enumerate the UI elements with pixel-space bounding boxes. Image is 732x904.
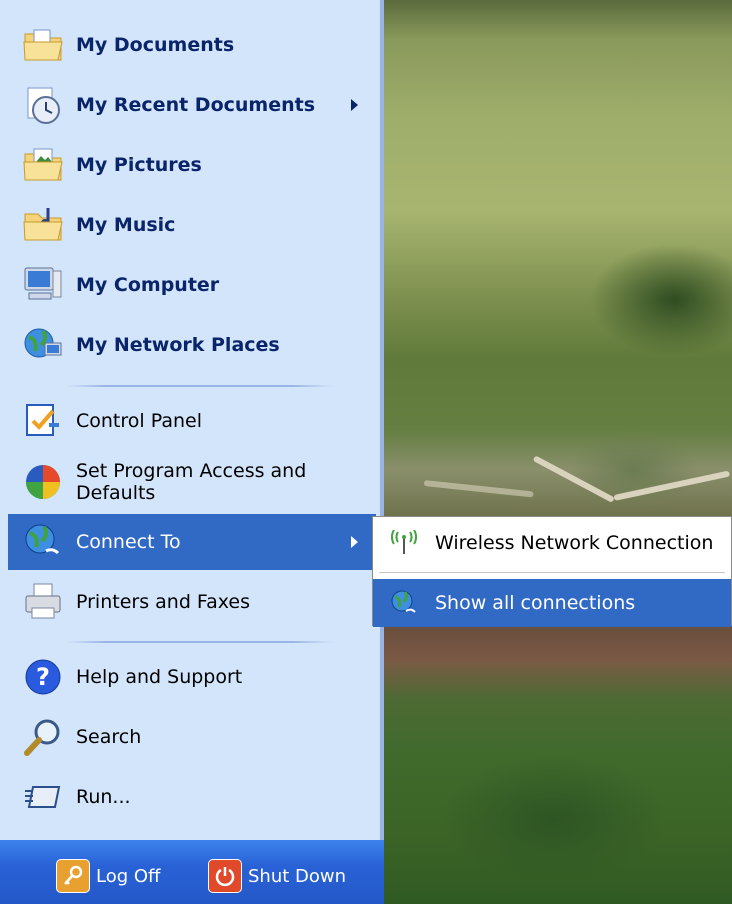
computer-icon bbox=[20, 262, 66, 308]
connect-to-icon bbox=[20, 519, 66, 565]
menu-item-label: My Documents bbox=[76, 34, 235, 56]
shut-down-button[interactable]: Shut Down bbox=[208, 856, 346, 896]
submenu-arrow-icon bbox=[351, 99, 358, 111]
menu-item-connect-to[interactable]: Connect To bbox=[8, 514, 376, 570]
wireless-icon bbox=[389, 528, 419, 558]
folder-music-icon bbox=[20, 202, 66, 248]
menu-item-run[interactable]: Run... bbox=[8, 769, 376, 825]
power-icon bbox=[208, 859, 242, 893]
run-icon bbox=[20, 774, 66, 820]
menu-item-label: My Computer bbox=[76, 274, 220, 296]
help-icon: ? bbox=[20, 654, 66, 700]
network-places-icon bbox=[20, 322, 66, 368]
submenu-item-label: Wireless Network Connection bbox=[435, 532, 714, 554]
connect-to-submenu: Wireless Network Connection Show all con… bbox=[372, 516, 732, 627]
menu-item-label: Printers and Faxes bbox=[76, 591, 251, 613]
log-off-label: Log Off bbox=[96, 865, 161, 887]
menu-item-my-computer[interactable]: My Computer bbox=[8, 257, 376, 313]
wallpaper-path bbox=[613, 470, 731, 501]
menu-item-label: Control Panel bbox=[76, 410, 202, 432]
menu-item-label: Set Program Access and Defaults bbox=[76, 460, 307, 504]
submenu-item-show-all-connections[interactable]: Show all connections bbox=[373, 579, 731, 627]
menu-item-label: Connect To bbox=[76, 531, 181, 553]
menu-separator bbox=[66, 641, 332, 643]
submenu-separator bbox=[379, 572, 725, 573]
menu-separator bbox=[66, 385, 332, 387]
recent-documents-icon bbox=[20, 82, 66, 128]
svg-text:?: ? bbox=[36, 663, 50, 691]
folder-documents-icon bbox=[20, 22, 66, 68]
menu-item-my-pictures[interactable]: My Pictures bbox=[8, 137, 376, 193]
wallpaper-path bbox=[423, 480, 534, 498]
program-access-icon bbox=[20, 459, 66, 505]
menu-item-label: My Music bbox=[76, 214, 176, 236]
menu-item-my-documents[interactable]: My Documents bbox=[8, 17, 376, 73]
shut-down-label: Shut Down bbox=[248, 865, 347, 887]
wallpaper-path bbox=[532, 455, 615, 503]
search-icon bbox=[20, 714, 66, 760]
log-off-button[interactable]: Log Off bbox=[56, 856, 160, 896]
menu-item-label: My Network Places bbox=[76, 334, 280, 356]
menu-item-help-and-support[interactable]: ? Help and Support bbox=[8, 649, 376, 705]
folder-pictures-icon bbox=[20, 142, 66, 188]
menu-item-search[interactable]: Search bbox=[8, 709, 376, 765]
menu-item-printers-and-faxes[interactable]: Printers and Faxes bbox=[8, 574, 376, 630]
submenu-item-wireless-network-connection[interactable]: Wireless Network Connection bbox=[373, 519, 731, 567]
desktop-wallpaper bbox=[384, 0, 732, 904]
menu-item-label: Search bbox=[76, 726, 142, 748]
printer-icon bbox=[20, 579, 66, 625]
menu-item-control-panel[interactable]: Control Panel bbox=[8, 393, 376, 449]
submenu-item-label: Show all connections bbox=[435, 592, 636, 614]
control-panel-icon bbox=[20, 398, 66, 444]
start-menu-right-pane: My Documents My Recent Documents My Pict… bbox=[0, 0, 384, 904]
submenu-arrow-icon bbox=[351, 536, 358, 548]
key-icon bbox=[56, 859, 90, 893]
menu-item-my-music[interactable]: My Music bbox=[8, 197, 376, 253]
menu-item-label: Help and Support bbox=[76, 666, 243, 688]
network-connections-icon bbox=[389, 588, 419, 618]
menu-item-label: Run... bbox=[76, 786, 131, 808]
menu-item-label: My Pictures bbox=[76, 154, 202, 176]
menu-item-my-recent-documents[interactable]: My Recent Documents bbox=[8, 77, 376, 133]
menu-item-my-network-places[interactable]: My Network Places bbox=[8, 317, 376, 373]
start-menu-bottom-bar: Log Off Shut Down bbox=[0, 840, 384, 904]
menu-item-set-program-access[interactable]: Set Program Access and Defaults bbox=[8, 454, 376, 510]
menu-item-label: My Recent Documents bbox=[76, 94, 316, 116]
